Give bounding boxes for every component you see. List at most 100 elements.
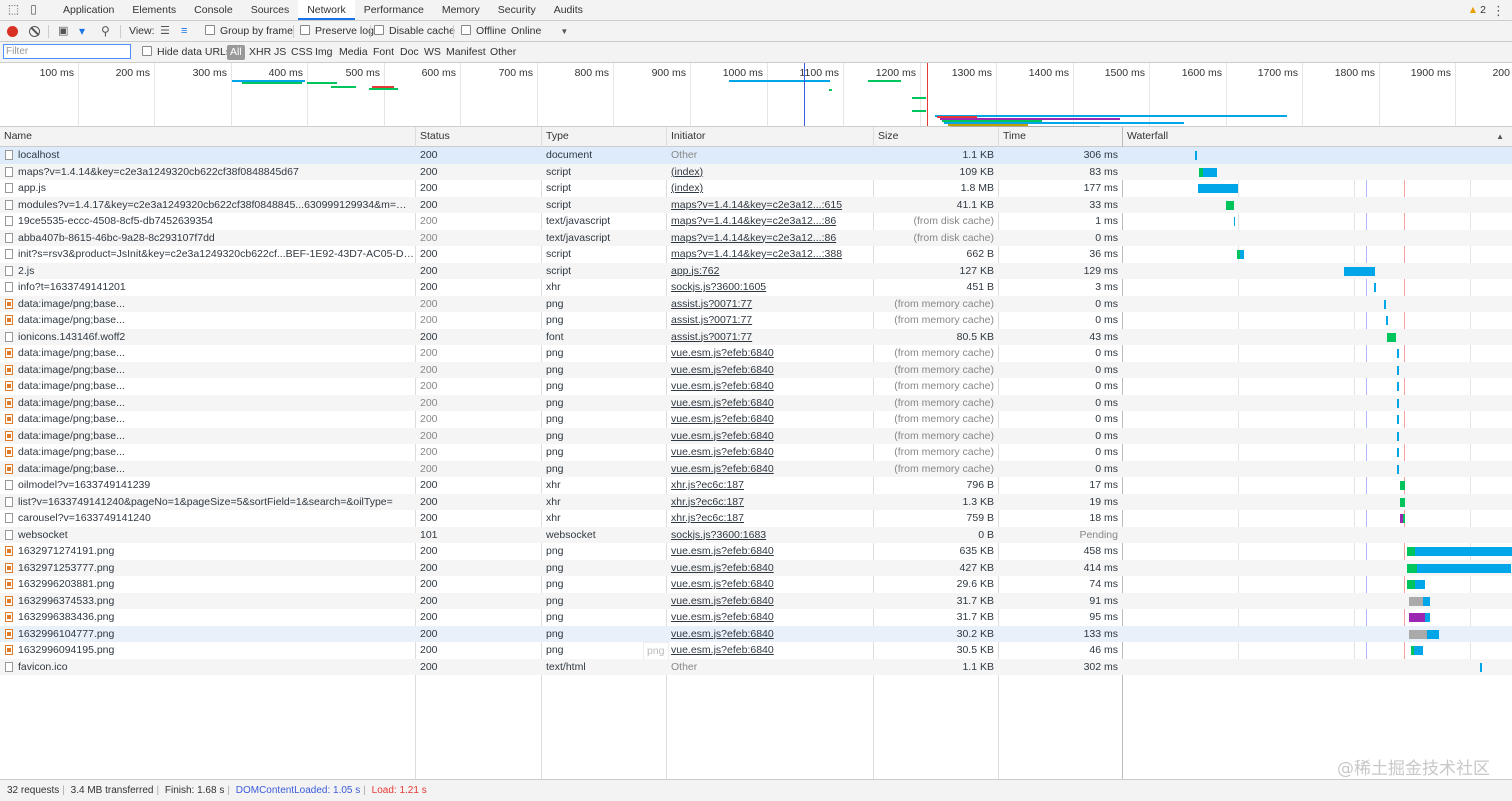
tab-audits[interactable]: Audits: [545, 0, 592, 20]
request-row[interactable]: data:image/png;base... 200 png assist.js?00…: [0, 295, 1512, 313]
request-name[interactable]: data:image/png;base...: [0, 345, 415, 362]
request-name[interactable]: 1632971253777.png: [0, 560, 415, 577]
request-row[interactable]: data:image/png;base... 200 png vue.esm.js?e…: [0, 411, 1512, 428]
initiator-link[interactable]: vue.esm.js?efeb:6840: [671, 430, 774, 442]
request-row[interactable]: 1632996094195.png 200 png vue.esm.js?efeb:6…: [0, 642, 1512, 661]
search-icon[interactable]: ⚲: [101, 21, 110, 42]
request-row[interactable]: 2.js 200 script app.js:762 127 KB 129 ms: [0, 262, 1512, 280]
request-row[interactable]: 1632996104777.png 200 png vue.esm.js?efeb:6…: [0, 625, 1512, 643]
request-initiator[interactable]: vue.esm.js?efeb:6840: [667, 362, 873, 379]
request-initiator[interactable]: maps?v=1.4.14&key=c2e3a12...:615: [667, 197, 873, 214]
request-row[interactable]: modules?v=1.4.17&key=c2e3a1249320cb622cf…: [0, 196, 1512, 214]
request-name[interactable]: ionicons.143146f.woff2: [0, 329, 415, 346]
request-row[interactable]: abba407b-8615-46bc-9a28-8c293107f7dd 200 t…: [0, 229, 1512, 247]
request-row[interactable]: 1632996383436.png 200 png vue.esm.js?efeb:6…: [0, 609, 1512, 626]
request-name[interactable]: maps?v=1.4.14&key=c2e3a1249320cb622cf38f…: [0, 164, 415, 181]
filter-type-xhr[interactable]: XHR: [249, 42, 271, 63]
request-name[interactable]: oilmodel?v=1633749141239: [0, 477, 415, 494]
request-name[interactable]: data:image/png;base...: [0, 378, 415, 395]
initiator-link[interactable]: vue.esm.js?efeb:6840: [671, 545, 774, 557]
request-row[interactable]: data:image/png;base... 200 png vue.esm.js?e…: [0, 394, 1512, 411]
request-name[interactable]: data:image/png;base...: [0, 411, 415, 428]
request-name[interactable]: 2.js: [0, 263, 415, 280]
throttling-select[interactable]: Online ▼: [511, 21, 568, 42]
column-header-waterfall[interactable]: Waterfall ▲: [1123, 127, 1512, 146]
preserve-log-checkbox[interactable]: Preserve log: [300, 21, 374, 42]
initiator-link[interactable]: assist.js?0071:77: [671, 314, 752, 326]
request-row[interactable]: data:image/png;base... 200 png vue.esm.js?e…: [0, 427, 1512, 445]
group-by-frame-checkbox[interactable]: Group by frame: [205, 21, 293, 42]
request-name[interactable]: localhost: [0, 147, 415, 164]
initiator-link[interactable]: maps?v=1.4.14&key=c2e3a12...:615: [671, 199, 842, 211]
request-initiator[interactable]: sockjs.js?3600:1605: [667, 279, 873, 296]
request-row[interactable]: 1632996374533.png 200 png vue.esm.js?efeb:6…: [0, 592, 1512, 610]
request-initiator[interactable]: vue.esm.js?efeb:6840: [667, 626, 873, 643]
initiator-link[interactable]: (index): [671, 182, 703, 194]
initiator-link[interactable]: xhr.js?ec6c:187: [671, 496, 744, 508]
record-button[interactable]: [7, 26, 18, 37]
tab-network[interactable]: Network: [298, 0, 355, 20]
request-name[interactable]: 1632996383436.png: [0, 609, 415, 626]
request-name[interactable]: 1632996104777.png: [0, 626, 415, 643]
filter-type-doc[interactable]: Doc: [400, 42, 419, 63]
request-row[interactable]: info?t=1633749141201 200 xhr sockjs.js?3600…: [0, 279, 1512, 296]
request-initiator[interactable]: sockjs.js?3600:1683: [667, 527, 873, 544]
filter-type-js[interactable]: JS: [274, 42, 286, 63]
request-name[interactable]: data:image/png;base...: [0, 362, 415, 379]
request-row[interactable]: data:image/png;base... 200 png vue.esm.js?e…: [0, 361, 1512, 379]
request-initiator[interactable]: assist.js?0071:77: [667, 296, 873, 313]
column-header-type[interactable]: Type: [542, 127, 667, 146]
request-initiator[interactable]: maps?v=1.4.14&key=c2e3a12...:86: [667, 230, 873, 247]
initiator-link[interactable]: vue.esm.js?efeb:6840: [671, 562, 774, 574]
request-row[interactable]: data:image/png;base... 200 png vue.esm.js?e…: [0, 345, 1512, 362]
initiator-link[interactable]: vue.esm.js?efeb:6840: [671, 578, 774, 590]
request-initiator[interactable]: maps?v=1.4.14&key=c2e3a12...:86: [667, 213, 873, 230]
device-toolbar-icon[interactable]: ▯: [27, 3, 40, 16]
request-name[interactable]: carousel?v=1633749141240: [0, 510, 415, 527]
initiator-link[interactable]: assist.js?0071:77: [671, 331, 752, 343]
warnings-counter[interactable]: ▲ 2: [1468, 0, 1486, 21]
request-initiator[interactable]: xhr.js?ec6c:187: [667, 477, 873, 494]
more-options-icon[interactable]: ⋮: [1492, 0, 1505, 21]
request-row[interactable]: websocket 101 websocket sockjs.js?3600:1683…: [0, 526, 1512, 544]
initiator-link[interactable]: vue.esm.js?efeb:6840: [671, 611, 774, 623]
request-name[interactable]: 1632996374533.png: [0, 593, 415, 610]
inspect-element-icon[interactable]: ⬚: [7, 3, 20, 16]
request-name[interactable]: favicon.ico: [0, 659, 415, 676]
offline-checkbox[interactable]: Offline: [461, 21, 506, 42]
filter-input[interactable]: [3, 44, 131, 59]
filter-type-css[interactable]: CSS: [291, 42, 313, 63]
request-initiator[interactable]: (index): [667, 180, 873, 197]
request-initiator[interactable]: vue.esm.js?efeb:6840: [667, 560, 873, 577]
timeline-overview[interactable]: 100 ms 200 ms 300 ms 400 ms 500 ms 600 ms 700 …: [0, 63, 1512, 128]
initiator-link[interactable]: sockjs.js?3600:1605: [671, 281, 766, 293]
request-name[interactable]: 1632996203881.png: [0, 576, 415, 593]
request-row[interactable]: data:image/png;base... 200 png vue.esm.js?e…: [0, 378, 1512, 395]
initiator-link[interactable]: maps?v=1.4.14&key=c2e3a12...:388: [671, 248, 842, 260]
clear-button[interactable]: [29, 26, 40, 37]
request-initiator[interactable]: assist.js?0071:77: [667, 329, 873, 346]
request-initiator[interactable]: vue.esm.js?efeb:6840: [667, 378, 873, 395]
initiator-link[interactable]: assist.js?0071:77: [671, 298, 752, 310]
request-name[interactable]: data:image/png;base...: [0, 296, 415, 313]
request-name[interactable]: app.js: [0, 180, 415, 197]
request-initiator[interactable]: vue.esm.js?efeb:6840: [667, 428, 873, 445]
request-row[interactable]: data:image/png;base... 200 png assist.js?00…: [0, 312, 1512, 329]
tab-console[interactable]: Console: [185, 0, 242, 20]
initiator-link[interactable]: xhr.js?ec6c:187: [671, 512, 744, 524]
request-name[interactable]: data:image/png;base...: [0, 428, 415, 445]
initiator-link[interactable]: vue.esm.js?efeb:6840: [671, 595, 774, 607]
request-row[interactable]: ionicons.143146f.woff2 200 font assist.js?0…: [0, 328, 1512, 346]
request-name[interactable]: 1632971274191.png: [0, 543, 415, 560]
request-row[interactable]: favicon.ico 200 text/html Other 1.1 KB 302 ms: [0, 658, 1512, 676]
request-name[interactable]: info?t=1633749141201: [0, 279, 415, 296]
initiator-link[interactable]: maps?v=1.4.14&key=c2e3a12...:86: [671, 232, 836, 244]
request-initiator[interactable]: xhr.js?ec6c:187: [667, 494, 873, 511]
initiator-link[interactable]: vue.esm.js?efeb:6840: [671, 446, 774, 458]
request-initiator[interactable]: vue.esm.js?efeb:6840: [667, 609, 873, 626]
filter-type-other[interactable]: Other: [490, 42, 516, 63]
tab-application[interactable]: Application: [54, 0, 123, 20]
tab-elements[interactable]: Elements: [123, 0, 185, 20]
request-name[interactable]: 19ce5535-eccc-4508-8cf5-db7452639354: [0, 213, 415, 230]
filter-type-all[interactable]: All: [227, 45, 245, 60]
